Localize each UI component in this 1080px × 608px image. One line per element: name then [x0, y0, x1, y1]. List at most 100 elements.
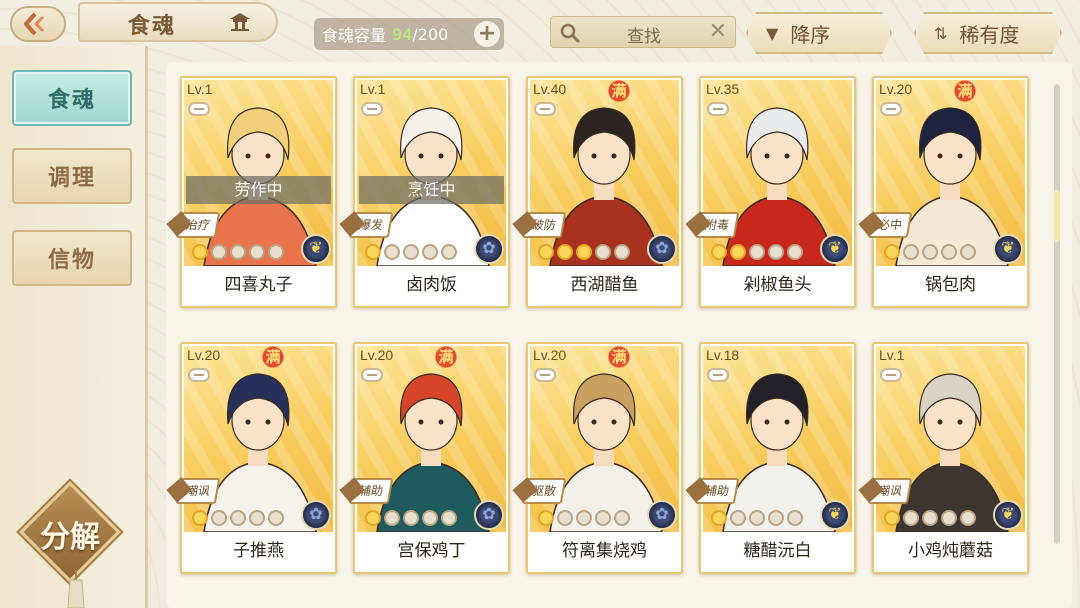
card-name: 糖醋沅白 — [743, 541, 812, 561]
lock-toggle-icon[interactable] — [707, 102, 729, 116]
star-icon — [922, 244, 938, 260]
lock-toggle-icon[interactable] — [534, 368, 556, 382]
add-capacity-button[interactable]: + — [474, 21, 500, 47]
lock-toggle-icon[interactable] — [707, 368, 729, 382]
star-icon — [384, 244, 400, 260]
star-icon — [960, 244, 976, 260]
star-icon — [749, 510, 765, 526]
star-icon — [711, 510, 727, 526]
lock-toggle-icon[interactable] — [880, 102, 902, 116]
scrollbar[interactable] — [1054, 84, 1060, 544]
star-rating — [884, 510, 976, 530]
role-badge: 辅助 — [694, 478, 740, 504]
clear-icon[interactable]: ✕ — [709, 19, 727, 44]
food-soul-card[interactable]: Lv.35 附毒剁椒鱼头 — [694, 76, 856, 308]
back-arrow-icon — [24, 12, 45, 36]
star-icon — [960, 510, 976, 526]
food-soul-card[interactable]: Lv.1 烹饪中爆发卤肉饭 — [348, 76, 510, 308]
lock-toggle-icon[interactable] — [361, 368, 383, 382]
element-emblem-icon — [301, 234, 331, 264]
star-icon — [595, 510, 611, 526]
lock-toggle-icon[interactable] — [361, 102, 383, 116]
food-soul-card[interactable]: Lv.1 嘲讽小鸡炖蘑菇 — [867, 342, 1029, 574]
role-badge: 嘲讽 — [867, 478, 913, 504]
food-soul-card[interactable]: Lv.20 满必中锅包肉 — [867, 76, 1029, 308]
card-name: 卤肉饭 — [406, 275, 457, 295]
role-badge: 必中 — [867, 212, 913, 238]
star-icon — [268, 510, 284, 526]
max-level-badge: 满 — [260, 344, 286, 370]
level-label: Lv.20 — [360, 347, 394, 363]
sidebar-item-food-souls[interactable]: 食魂 — [12, 70, 132, 126]
card-name: 小鸡炖蘑菇 — [908, 541, 993, 561]
star-icon — [730, 244, 746, 260]
star-icon — [730, 510, 746, 526]
level-label: Lv.35 — [706, 81, 740, 97]
max-level-badge: 满 — [952, 78, 978, 104]
lock-toggle-icon[interactable] — [880, 368, 902, 382]
element-emblem-icon — [993, 234, 1023, 264]
max-level-badge: 满 — [606, 344, 632, 370]
page-title: 食魂 — [128, 13, 177, 39]
max-level-badge: 满 — [433, 344, 459, 370]
food-soul-card[interactable]: Lv.20 满辅助宫保鸡丁 — [348, 342, 510, 574]
role-badge: 驱散 — [521, 478, 567, 504]
element-emblem-icon — [474, 500, 504, 530]
star-icon — [192, 244, 208, 260]
star-icon — [538, 244, 554, 260]
food-soul-card[interactable]: Lv.20 满驱散符离集烧鸡 — [521, 342, 683, 574]
search-box[interactable]: 查找 ✕ — [550, 16, 736, 48]
star-icon — [441, 244, 457, 260]
max-level-badge: 满 — [606, 78, 632, 104]
decompose-button[interactable]: 分解 — [19, 481, 121, 583]
element-emblem-icon — [647, 234, 677, 264]
star-icon — [595, 244, 611, 260]
back-button[interactable] — [10, 6, 66, 42]
star-rating — [538, 510, 630, 530]
capacity-display: 食魂容量 94 /200 + — [314, 18, 504, 50]
star-icon — [768, 244, 784, 260]
card-name: 符离集烧鸡 — [562, 541, 647, 561]
level-label: Lv.1 — [879, 347, 905, 363]
lock-toggle-icon[interactable] — [534, 102, 556, 116]
sort-rarity-label: 稀有度 — [959, 22, 1020, 47]
star-icon — [787, 510, 803, 526]
star-icon — [422, 244, 438, 260]
role-badge: 破防 — [521, 212, 567, 238]
star-icon — [576, 244, 592, 260]
star-icon — [441, 510, 457, 526]
food-soul-card[interactable]: Lv.1 劳作中治疗四喜丸子 — [175, 76, 337, 308]
pavilion-icon — [230, 13, 250, 31]
triangle-down-icon: ▼ — [766, 23, 779, 43]
star-icon — [403, 244, 419, 260]
star-icon — [538, 510, 554, 526]
role-badge: 附毒 — [694, 212, 740, 238]
food-soul-card[interactable]: Lv.20 满嘲讽子推燕 — [175, 342, 337, 574]
sort-order-label: 降序 — [790, 22, 831, 47]
star-rating — [711, 244, 803, 264]
capacity-current: 94 — [392, 24, 413, 44]
star-rating — [365, 244, 457, 264]
sort-order-button[interactable]: ▼ 降序 — [746, 12, 892, 54]
star-icon — [941, 510, 957, 526]
star-icon — [230, 244, 246, 260]
element-emblem-icon — [647, 500, 677, 530]
scrollbar-thumb[interactable] — [1054, 190, 1060, 242]
food-soul-card[interactable]: Lv.18 辅助糖醋沅白 — [694, 342, 856, 574]
lock-toggle-icon[interactable] — [188, 368, 210, 382]
sidebar-item-tokens[interactable]: 信物 — [12, 230, 132, 286]
star-icon — [884, 244, 900, 260]
role-badge: 嘲讽 — [175, 478, 221, 504]
star-icon — [365, 510, 381, 526]
sidebar-item-cooking[interactable]: 调理 — [12, 148, 132, 204]
food-soul-card[interactable]: Lv.40 满破防西湖醋鱼 — [521, 76, 683, 308]
lock-toggle-icon[interactable] — [188, 102, 210, 116]
card-name: 子推燕 — [233, 541, 284, 561]
role-badge: 辅助 — [348, 478, 394, 504]
star-icon — [941, 244, 957, 260]
element-emblem-icon — [820, 234, 850, 264]
sort-rarity-button[interactable]: ⇅ 稀有度 — [914, 12, 1062, 54]
level-label: Lv.20 — [533, 347, 567, 363]
star-icon — [192, 510, 208, 526]
star-icon — [422, 510, 438, 526]
